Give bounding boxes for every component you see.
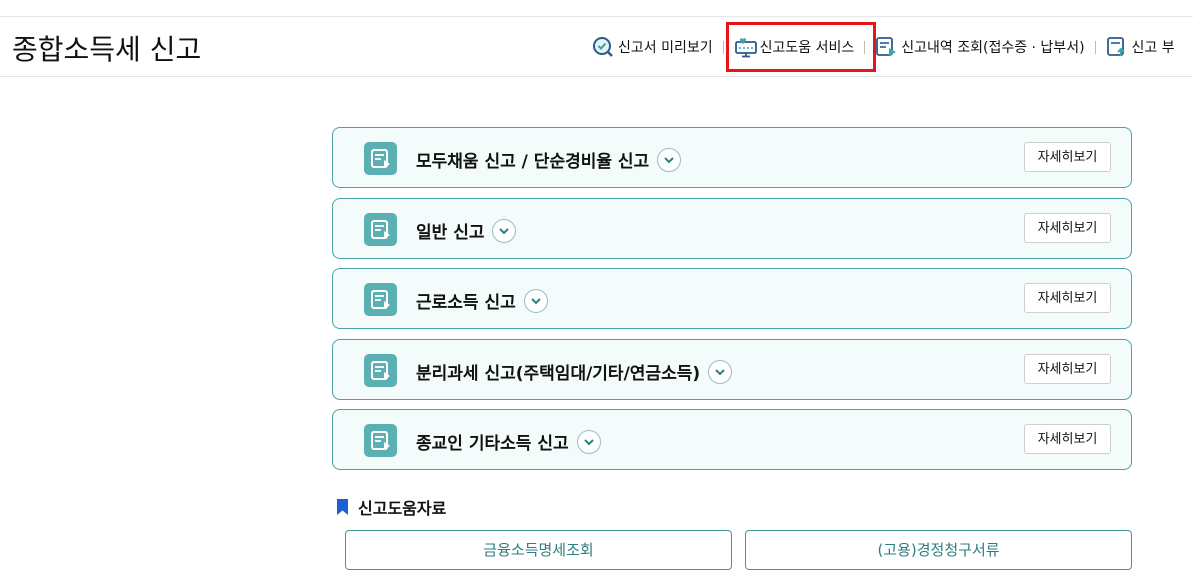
resources-heading-label: 신고도움자료 [358,499,447,518]
document-icon [364,424,397,457]
document-icon [364,283,397,316]
filing-card-religious[interactable]: 종교인 기타소득 신고 자세히보기 [332,409,1132,470]
resources-heading: 신고도움자료 [336,495,446,519]
filing-card-earned-income[interactable]: 근로소득 신고 자세히보기 [332,268,1132,329]
filing-other-label: 신고 부 [1131,40,1175,56]
chevron-down-icon[interactable] [576,430,601,454]
top-divider [0,16,1193,17]
filing-card-simple[interactable]: 모두채움 신고 / 단순경비율 신고 자세히보기 [332,127,1132,188]
document-play-icon [875,36,897,58]
filing-card-separate-tax[interactable]: 분리과세 신고(주택임대/기타/연금소득) 자세히보기 [332,339,1132,400]
divider [722,40,724,54]
correction-claim-docs-button[interactable]: (고용)경정청구서류 [745,530,1132,570]
card-title: 일반 신고 [416,218,517,245]
header-divider [0,76,1193,77]
detail-button[interactable]: 자세히보기 [1024,213,1111,243]
preview-form-label: 신고서 미리보기 [618,40,713,56]
financial-income-lookup-button[interactable]: 금융소득명세조회 [345,530,732,570]
monitor-heart-icon [734,36,757,58]
magnify-check-icon [592,36,614,58]
filing-help-service-link[interactable]: 신고도움 서비스 [734,36,855,58]
preview-form-link[interactable]: 신고서 미리보기 [592,36,713,58]
detail-button[interactable]: 자세히보기 [1024,283,1111,313]
filing-other-link[interactable]: 신고 부 [1106,36,1175,58]
filing-history-link[interactable]: 신고내역 조회(접수증 · 납부서) [875,36,1085,58]
top-links-bar: 신고서 미리보기 신고도움 서비스 신고내역 조회(접수증 · 납부서) 신고 … [592,33,1175,61]
bookmark-icon [336,498,349,516]
chevron-down-icon[interactable] [523,289,548,313]
detail-button[interactable]: 자세히보기 [1024,354,1111,384]
detail-button[interactable]: 자세히보기 [1024,142,1111,172]
document-icon [364,213,397,246]
divider [1094,40,1096,54]
chevron-down-icon[interactable] [708,360,733,384]
filing-help-service-label: 신고도움 서비스 [759,40,855,56]
document-icon [364,142,397,175]
divider [864,40,866,54]
card-title: 종교인 기타소득 신고 [416,429,601,456]
chevron-down-icon[interactable] [492,219,517,243]
card-title: 근로소득 신고 [416,288,548,315]
detail-button[interactable]: 자세히보기 [1024,424,1111,454]
document-upload-icon [1106,36,1128,58]
page-title: 종합소득세 신고 [12,33,202,66]
card-title: 모두채움 신고 / 단순경비율 신고 [416,147,682,174]
chevron-down-icon[interactable] [657,148,682,172]
card-title: 분리과세 신고(주택임대/기타/연금소득) [416,359,733,386]
filing-history-label: 신고내역 조회(접수증 · 납부서) [901,40,1085,56]
filing-card-general[interactable]: 일반 신고 자세히보기 [332,198,1132,259]
document-icon [364,354,397,387]
